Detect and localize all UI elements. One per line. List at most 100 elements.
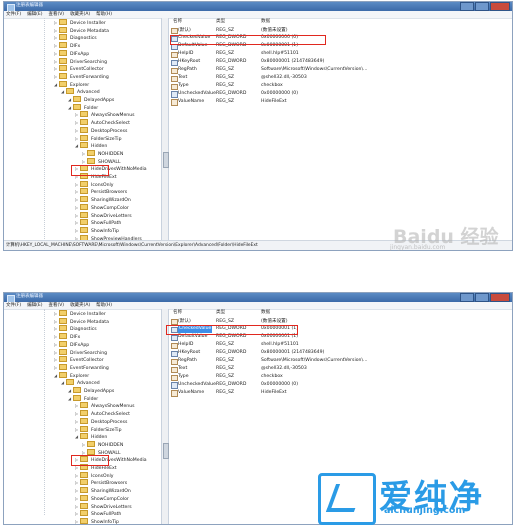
- tree-item[interactable]: ▷ ShowDriveLetters: [75, 211, 132, 220]
- tree-item[interactable]: ▷ EventForwarding: [54, 72, 109, 81]
- maximize-button[interactable]: [475, 2, 489, 11]
- value-row[interactable]: RegPath REG_SZ Software\Microsoft\Windows\…: [169, 357, 512, 365]
- column-header-name[interactable]: 名称: [173, 18, 182, 26]
- value-row[interactable]: Type REG_SZ checkbox: [169, 82, 512, 90]
- tree-item[interactable]: ◢ DelayedApps: [68, 387, 114, 395]
- column-header-type[interactable]: 类型: [216, 309, 225, 317]
- minimize-button[interactable]: [460, 293, 474, 302]
- close-button[interactable]: [490, 2, 510, 11]
- tree-item[interactable]: ▷ AlwaysShowMenus: [75, 402, 135, 410]
- tree-item[interactable]: ▷ NOHIDDEN: [82, 149, 123, 158]
- column-header-data[interactable]: 数据: [261, 309, 270, 317]
- value-row[interactable]: Type REG_SZ checkbox: [169, 373, 512, 381]
- tree-scrollbar[interactable]: [162, 309, 169, 524]
- folder-icon: [59, 26, 67, 33]
- value-row[interactable]: Text REG_SZ @shell32.dll,-30503: [169, 365, 512, 373]
- tree-item[interactable]: ▷ Device Installer: [54, 310, 106, 318]
- value-type: REG_DWORD: [216, 350, 247, 356]
- value-type: REG_SZ: [216, 74, 235, 80]
- tree-item[interactable]: ▷ AlwaysShowMenus: [75, 111, 135, 119]
- menu-edit[interactable]: 编辑(E): [27, 11, 42, 18]
- tree-item[interactable]: ▷ ShowCompColor: [75, 203, 129, 212]
- folder-icon: [59, 310, 67, 316]
- tree-item[interactable]: ▷ EventForwarding: [54, 363, 109, 372]
- tree-item[interactable]: ▷ SharingWizardOn: [75, 196, 131, 204]
- tree-item[interactable]: ▷ FolderSizeTip: [75, 425, 121, 434]
- tree-item[interactable]: ▷ DriverSearching: [54, 348, 107, 357]
- column-header-name[interactable]: 名称: [173, 309, 182, 317]
- menu-file[interactable]: 文件(F): [6, 11, 21, 18]
- tree-item[interactable]: ▷ ShowInfoTip: [75, 226, 119, 235]
- column-header-type[interactable]: 类型: [216, 18, 225, 26]
- tree-item[interactable]: ▷ EventCollector: [54, 356, 104, 364]
- tree-item-label: Device Metadata: [70, 28, 109, 34]
- minimize-button[interactable]: [460, 2, 474, 11]
- value-row[interactable]: HKeyRoot REG_DWORD 0x80000001 (2147483649): [169, 58, 512, 67]
- tree-item[interactable]: ◢ Hidden: [75, 433, 107, 441]
- tree-item[interactable]: ▷ ShowFullPath: [75, 510, 121, 518]
- maximize-button[interactable]: [475, 293, 489, 302]
- menu-favorites[interactable]: 收藏夹(A): [70, 302, 90, 309]
- tree-item[interactable]: ▷ DIFxApp: [54, 340, 89, 349]
- value-row[interactable]: RegPath REG_SZ Software\Microsoft\Windows\…: [169, 66, 512, 74]
- tree-scrollbar[interactable]: [162, 18, 169, 241]
- tree-item[interactable]: ▷ ShowInfoTip: [75, 517, 119, 524]
- tree-item[interactable]: ▷ ShowCompColor: [75, 494, 129, 503]
- tree-item[interactable]: ▷ ShowFullPath: [75, 219, 121, 227]
- tree-item[interactable]: ◢ Advanced: [61, 88, 100, 96]
- tree-item[interactable]: ▷ Diagnostics: [54, 34, 97, 42]
- tree-item[interactable]: ▷ DIFxApp: [54, 49, 89, 58]
- menu-view[interactable]: 查看(V): [48, 302, 64, 309]
- tree-item[interactable]: ◢ Explorer: [54, 80, 89, 89]
- tree-item[interactable]: ◢ DelayedApps: [68, 96, 114, 104]
- tree-item[interactable]: ▷ DriverSearching: [54, 57, 107, 66]
- tree-item[interactable]: ◢ Advanced: [61, 379, 100, 387]
- column-header-data[interactable]: 数据: [261, 18, 270, 26]
- close-button[interactable]: [490, 293, 510, 302]
- tree-item[interactable]: ▷ AutoCheckSelect: [75, 410, 130, 418]
- tree-item[interactable]: ▷ NOHIDDEN: [82, 440, 123, 449]
- tree-item-label: EventCollector: [70, 358, 104, 364]
- tree-item-label: AutoCheckSelect: [91, 412, 130, 418]
- tree-item[interactable]: ▷ DIFx: [54, 42, 80, 50]
- tree-item[interactable]: ▷ SharingWizardOn: [75, 487, 131, 495]
- tree-item[interactable]: ▷ PersistBrowsers: [75, 479, 127, 487]
- menu-view[interactable]: 查看(V): [48, 11, 64, 18]
- value-row[interactable]: UncheckedValue REG_DWORD 0x00000000 (0): [169, 381, 512, 389]
- value-row[interactable]: Text REG_SZ @shell32.dll,-30503: [169, 74, 512, 82]
- value-row[interactable]: HKeyRoot REG_DWORD 0x80000001 (2147483649): [169, 349, 512, 358]
- tree-item[interactable]: ▷ IconsOnly: [75, 180, 114, 189]
- tree-item[interactable]: ▷ Device Installer: [54, 19, 106, 27]
- value-row[interactable]: HelpID REG_SZ shell.hlp#51101: [169, 50, 512, 59]
- menu-help[interactable]: 帮助(H): [96, 11, 112, 18]
- string-value-icon: [171, 390, 178, 397]
- value-row[interactable]: HelpID REG_SZ shell.hlp#51101: [169, 341, 512, 350]
- menu-help[interactable]: 帮助(H): [96, 302, 112, 309]
- tree-item[interactable]: ▷ IconsOnly: [75, 471, 114, 480]
- tree-item[interactable]: ▷ PersistBrowsers: [75, 188, 127, 196]
- tree-item[interactable]: ◢ Folder: [68, 394, 99, 403]
- tree-item[interactable]: ◢ Hidden: [75, 142, 107, 150]
- window-controls: [460, 2, 510, 11]
- menu-file[interactable]: 文件(F): [6, 302, 21, 309]
- value-row[interactable]: ValueName REG_SZ HideFileExt: [169, 98, 512, 106]
- tree-item[interactable]: ▷ DesktopProcess: [75, 126, 127, 135]
- tree-item[interactable]: ◢ Folder: [68, 103, 98, 112]
- tree-item[interactable]: ▷ FolderSizeTip: [75, 134, 121, 143]
- tree-item[interactable]: ▷ DIFx: [54, 333, 80, 341]
- tree-item-label: DelayedApps: [84, 389, 115, 394]
- value-row[interactable]: (默认) REG_SZ (数值未设置): [169, 27, 512, 35]
- menu-favorites[interactable]: 收藏夹(A): [70, 11, 90, 18]
- tree-item[interactable]: ◢ Explorer: [54, 371, 89, 380]
- tree-item[interactable]: ▷ EventCollector: [54, 65, 104, 73]
- tree-item[interactable]: ▷ DesktopProcess: [75, 417, 127, 426]
- tree-item[interactable]: ▷ Diagnostics: [54, 325, 97, 333]
- tree-item[interactable]: ▷ ShowDriveLetters: [75, 502, 132, 511]
- menu-edit[interactable]: 编辑(E): [27, 302, 42, 309]
- value-row[interactable]: ValueName REG_SZ HideFileExt: [169, 389, 512, 397]
- tree-item-label: Folder: [84, 396, 99, 402]
- tree-item[interactable]: ▷ AutoCheckSelect: [75, 119, 130, 127]
- tree-item[interactable]: ▷ Device Metadata: [54, 26, 109, 35]
- value-row[interactable]: UncheckedValue REG_DWORD 0x00000000 (0): [169, 90, 512, 98]
- tree-item[interactable]: ▷ Device Metadata: [54, 317, 109, 326]
